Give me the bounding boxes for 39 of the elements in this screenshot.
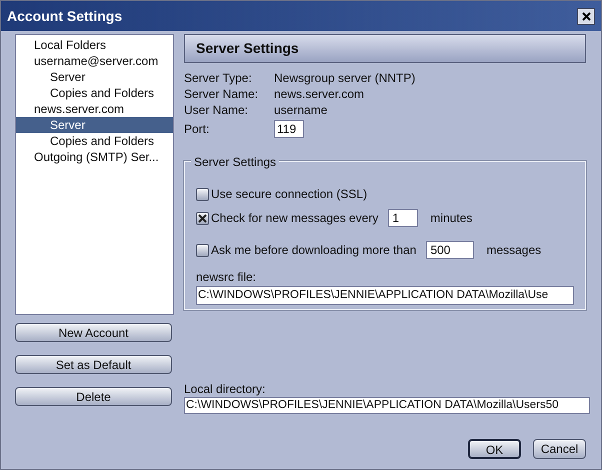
option-label: Check for new messages every [211,210,378,227]
account-button[interactable]: New Account [15,323,172,342]
field-label: User Name: [184,102,250,118]
number-field[interactable]: 1 [388,209,418,227]
local-directory-field[interactable]: C:\WINDOWS\PROFILES\JENNIE\APPLICATION DATA\Mozilla\Users50 [184,397,590,414]
field-value: username [274,102,328,118]
tree-item[interactable]: Copies and Folders [16,85,173,101]
checkbox[interactable] [196,188,209,200]
checkbox[interactable] [196,212,209,224]
tree-item[interactable]: Local Folders [16,37,173,53]
field-value: Newsgroup server (NNTP) [274,70,416,86]
tree-item[interactable]: username@server.com [16,53,173,69]
option-label: Ask me before downloading more than [211,242,416,259]
field-label: Server Name: [184,86,260,102]
tree-item[interactable]: news.server.com [16,101,173,117]
dialog-button[interactable]: Cancel [533,439,586,459]
field-value: news.server.com [274,86,364,102]
close-button[interactable] [577,8,595,24]
newsrc-field[interactable]: C:\WINDOWS\PROFILES\JENNIE\APPLICATION DATA\Mozilla\Use [196,286,574,305]
tree-item[interactable]: Outgoing (SMTP) Ser... [16,149,173,165]
window-title: Account Settings [7,6,122,26]
option-label: Use secure connection (SSL) [211,186,368,203]
dialog-button[interactable]: OK [468,439,521,459]
panel-header: Server Settings [184,34,586,63]
newsrc-label: newsrc file: [196,269,258,284]
field-label: Server Type: [184,70,253,86]
local-directory-label: Local directory: [184,381,266,397]
unit-label: messages [486,242,542,259]
checkbox[interactable] [196,244,209,256]
port-label: Port: [184,121,210,138]
port-field[interactable]: 119 [274,120,304,138]
tree-item[interactable]: Server [16,69,173,85]
unit-label: minutes [430,210,472,227]
account-button[interactable]: Delete [15,387,172,406]
tree-item[interactable]: Server [16,117,173,133]
number-field[interactable]: 500 [426,241,474,259]
close-icon [582,12,590,20]
account-button[interactable]: Set as Default [15,355,172,374]
tree-item[interactable]: Copies and Folders [16,133,173,149]
